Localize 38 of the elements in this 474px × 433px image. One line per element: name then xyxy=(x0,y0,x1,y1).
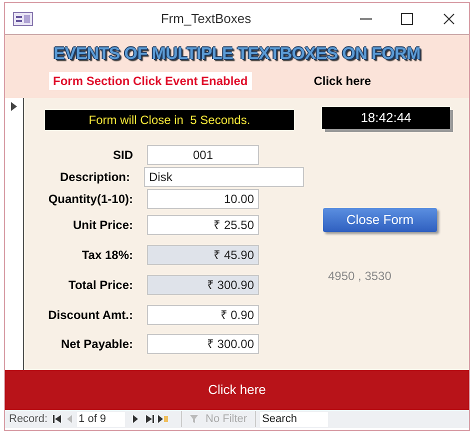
text-field[interactable]: 10.00 xyxy=(147,189,259,209)
window-title: Frm_TextBoxes xyxy=(160,10,252,26)
field-label: Discount Amt.: xyxy=(48,308,133,322)
field-label: SID xyxy=(112,148,133,162)
field-label: Quantity(1-10): xyxy=(48,192,133,206)
text-field[interactable]: ₹ 300.90 xyxy=(147,275,259,295)
field-label: Tax 18%: xyxy=(82,248,133,262)
field-label: Unit Price: xyxy=(72,218,133,232)
text-field[interactable]: ₹ 45.90 xyxy=(147,245,259,265)
text-field[interactable]: Disk xyxy=(144,167,304,187)
click-here-label[interactable]: Click here xyxy=(314,72,372,90)
new-record-icon[interactable] xyxy=(158,415,169,423)
text-field[interactable]: 001 xyxy=(147,145,259,165)
click-here-button[interactable]: Click here xyxy=(5,370,469,410)
next-record-icon[interactable] xyxy=(132,415,138,423)
record-position-field[interactable]: 1 of 9 xyxy=(76,412,125,426)
countdown-banner: Form will Close in 5 Seconds. xyxy=(45,110,294,130)
field-label: Net Payable: xyxy=(60,336,133,350)
search-field[interactable]: Search xyxy=(260,412,328,426)
text-field[interactable]: ₹ 25.50 xyxy=(147,215,259,235)
record-label: Record: xyxy=(9,412,48,427)
current-record-icon xyxy=(11,102,17,111)
text-field[interactable]: ₹ 300.00 xyxy=(147,334,259,354)
status-label: Form Section Click Event Enabled xyxy=(49,72,252,90)
filter-icon xyxy=(190,415,198,423)
record-selector[interactable] xyxy=(5,98,24,370)
close-form-button[interactable]: Close Form xyxy=(323,208,437,232)
maximize-icon[interactable] xyxy=(401,12,413,24)
last-record-icon[interactable] xyxy=(146,415,154,423)
close-icon[interactable] xyxy=(443,12,455,24)
field-label: Description: xyxy=(60,170,130,184)
field-label: Total Price: xyxy=(68,278,133,292)
clock-display: 18:42:44 xyxy=(322,107,450,129)
text-field[interactable]: ₹ 0.90 xyxy=(147,305,259,325)
form-icon xyxy=(13,12,33,26)
coordinates-text: 4950 , 3530 xyxy=(328,269,392,283)
first-record-icon[interactable] xyxy=(52,415,61,423)
form-heading: EVENTS OF MULTIPLE TEXTBOXES ON FORM xyxy=(54,44,420,63)
